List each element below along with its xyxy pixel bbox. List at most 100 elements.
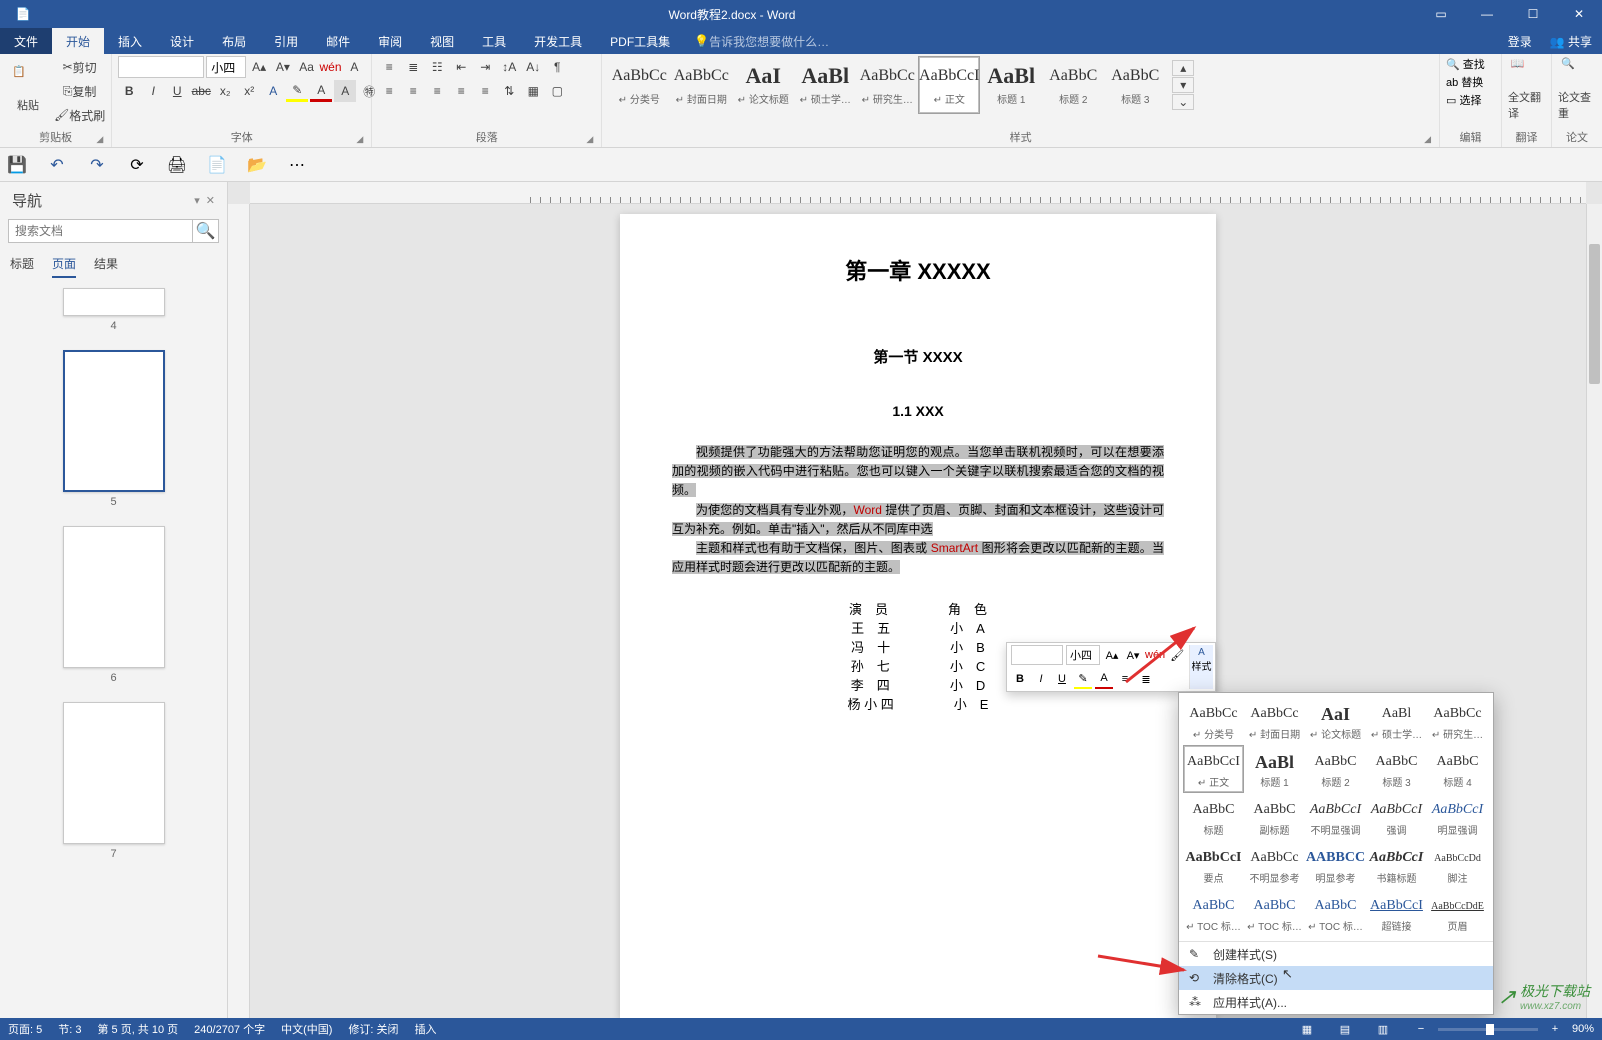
tab-home[interactable]: 开始 xyxy=(52,28,104,54)
maximize-icon[interactable]: ☐ xyxy=(1510,0,1556,28)
tab-tools[interactable]: 工具 xyxy=(468,28,520,54)
redo-icon[interactable]: ↷ xyxy=(86,154,108,176)
indent-left-icon[interactable]: ⇤ xyxy=(450,56,472,78)
styles-more-icon[interactable]: ⌄ xyxy=(1172,94,1194,110)
style-popup-item[interactable]: AaBbC标题 xyxy=(1183,793,1244,841)
text-direction-icon[interactable]: ↕A xyxy=(498,56,520,78)
qat-more-icon[interactable]: ⋯ xyxy=(286,154,308,176)
copy-button[interactable]: ⎘ 复制 xyxy=(54,80,105,102)
find-button[interactable]: 🔍 查找 xyxy=(1446,56,1485,72)
style-popup-item[interactable]: AaBbCcI要点 xyxy=(1183,841,1244,889)
superscript-icon[interactable]: x² xyxy=(238,80,260,102)
status-language[interactable]: 中文(中国) xyxy=(281,1021,332,1037)
dialog-launcher-icon[interactable]: ◢ xyxy=(96,134,103,145)
dialog-launcher-icon[interactable]: ◢ xyxy=(356,134,363,145)
view-print-icon[interactable]: ▤ xyxy=(1334,1020,1356,1038)
qat-open-icon[interactable]: 📂 xyxy=(246,154,268,176)
bold-icon[interactable]: B xyxy=(118,80,140,102)
text-effects-icon[interactable]: A xyxy=(262,80,284,102)
page-thumbnail[interactable]: 4 xyxy=(0,288,227,332)
style-popup-item[interactable]: AaBbCc↵ 分类号 xyxy=(1183,697,1244,745)
dialog-launcher-icon[interactable]: ◢ xyxy=(586,134,593,145)
tab-layout[interactable]: 布局 xyxy=(208,28,260,54)
qat-print-icon[interactable]: 🖨 xyxy=(166,154,188,176)
styles-scroll-down-icon[interactable]: ▾ xyxy=(1172,77,1194,93)
status-track[interactable]: 修订: 关闭 xyxy=(348,1021,398,1037)
show-marks-icon[interactable]: ¶ xyxy=(546,56,568,78)
login-button[interactable]: 登录 xyxy=(1508,33,1532,50)
styles-gallery[interactable]: AaBbCc↵ 分类号AaBbCc↵ 封面日期AaI↵ 论文标题AaBl↵ 硕士… xyxy=(608,56,1166,114)
zoom-slider[interactable] xyxy=(1438,1028,1538,1031)
style-popup-item[interactable]: AaBbCcI明显强调 xyxy=(1427,793,1488,841)
nav-search-input[interactable] xyxy=(8,219,193,243)
style-popup-item[interactable]: AaI↵ 论文标题 xyxy=(1305,697,1366,745)
zoom-in-icon[interactable]: + xyxy=(1544,1020,1566,1038)
style-popup-item[interactable]: AaBbCcI不明显强调 xyxy=(1305,793,1366,841)
italic-icon[interactable]: I xyxy=(142,80,164,102)
tab-view[interactable]: 视图 xyxy=(416,28,468,54)
undo-icon[interactable]: ↶ xyxy=(46,154,68,176)
style-gallery-item[interactable]: AaBl↵ 硕士学… xyxy=(794,56,856,114)
search-icon[interactable]: 🔍 xyxy=(193,219,219,243)
styles-menu-item[interactable]: ⁂应用样式(A)... xyxy=(1179,990,1493,1014)
tab-references[interactable]: 引用 xyxy=(260,28,312,54)
style-gallery-item[interactable]: AaBbCc↵ 封面日期 xyxy=(670,56,732,114)
page-thumbnail[interactable]: 6 xyxy=(0,526,227,684)
strike-icon[interactable]: abc xyxy=(190,80,212,102)
phonetic-icon[interactable]: wén xyxy=(320,56,342,78)
mini-bold-icon[interactable]: B xyxy=(1011,669,1029,689)
style-popup-item[interactable]: AaBbCc↵ 封面日期 xyxy=(1244,697,1305,745)
select-button[interactable]: ▭ 选择 xyxy=(1446,92,1481,108)
indent-right-icon[interactable]: ⇥ xyxy=(474,56,496,78)
style-popup-item[interactable]: AaBbC↵ TOC 标… xyxy=(1305,889,1366,937)
format-painter-button[interactable]: 🖌 格式刷 xyxy=(54,104,105,126)
bullets-icon[interactable]: ≡ xyxy=(378,56,400,78)
nav-tab-results[interactable]: 结果 xyxy=(94,251,118,278)
style-gallery-item[interactable]: AaBbCc↵ 分类号 xyxy=(608,56,670,114)
status-section[interactable]: 节: 3 xyxy=(58,1021,81,1037)
align-right-icon[interactable]: ≡ xyxy=(426,80,448,102)
paper-check-button[interactable]: 🔍论文查重 xyxy=(1558,56,1596,122)
mini-size-input[interactable] xyxy=(1066,645,1100,665)
numbering-icon[interactable]: ≣ xyxy=(402,56,424,78)
save-icon[interactable]: 💾 xyxy=(6,154,28,176)
tab-devtools[interactable]: 开发工具 xyxy=(520,28,596,54)
cut-button[interactable]: ✂ 剪切 xyxy=(54,56,105,78)
style-popup-item[interactable]: AaBbC标题 2 xyxy=(1305,745,1366,793)
view-web-icon[interactable]: ▥ xyxy=(1372,1020,1394,1038)
nav-tab-headings[interactable]: 标题 xyxy=(10,251,34,278)
shading-icon[interactable]: ▦ xyxy=(522,80,544,102)
change-case-icon[interactable]: Aa xyxy=(296,56,318,78)
align-center-icon[interactable]: ≡ xyxy=(402,80,424,102)
style-popup-item[interactable]: AaBl标题 1 xyxy=(1244,745,1305,793)
style-popup-item[interactable]: AaBbCc↵ 研究生… xyxy=(1427,697,1488,745)
style-popup-item[interactable]: AaBbCcDd脚注 xyxy=(1427,841,1488,889)
nav-dropdown-icon[interactable]: ▾ xyxy=(194,194,200,207)
styles-menu-item[interactable]: ⟲清除格式(C) xyxy=(1179,966,1493,990)
mini-italic-icon[interactable]: I xyxy=(1032,669,1050,689)
style-popup-item[interactable]: AaBbCcI强调 xyxy=(1366,793,1427,841)
style-popup-item[interactable]: AaBbCcI超链接 xyxy=(1366,889,1427,937)
align-left-icon[interactable]: ≡ xyxy=(378,80,400,102)
style-popup-item[interactable]: AaBbCcDdE页眉 xyxy=(1427,889,1488,937)
shrink-font-icon[interactable]: A▾ xyxy=(272,56,294,78)
style-popup-item[interactable]: AaBbCc不明显参考 xyxy=(1244,841,1305,889)
status-words[interactable]: 240/2707 个字 xyxy=(194,1021,265,1037)
nav-close-icon[interactable]: ✕ xyxy=(206,194,215,207)
style-popup-item[interactable]: AaBbCcI↵ 正文 xyxy=(1183,745,1244,793)
repeat-icon[interactable]: ⟳ xyxy=(126,154,148,176)
tab-design[interactable]: 设计 xyxy=(156,28,208,54)
style-gallery-item[interactable]: AaI↵ 论文标题 xyxy=(732,56,794,114)
ruler-vertical[interactable] xyxy=(228,204,250,1018)
qat-new-icon[interactable]: 📄 xyxy=(206,154,228,176)
tab-pdf[interactable]: PDF工具集 xyxy=(596,28,684,54)
font-size-input[interactable] xyxy=(206,56,246,78)
status-insert[interactable]: 插入 xyxy=(415,1021,437,1037)
char-border-icon[interactable]: A xyxy=(344,56,366,78)
line-spacing-icon[interactable]: ⇅ xyxy=(498,80,520,102)
status-pages[interactable]: 第 5 页, 共 10 页 xyxy=(97,1021,178,1037)
tab-file[interactable]: 文件 xyxy=(0,28,52,54)
paste-button[interactable]: 📋 粘贴 xyxy=(6,56,50,122)
close-icon[interactable]: ✕ xyxy=(1556,0,1602,28)
styles-menu-item[interactable]: ✎创建样式(S) xyxy=(1179,942,1493,966)
